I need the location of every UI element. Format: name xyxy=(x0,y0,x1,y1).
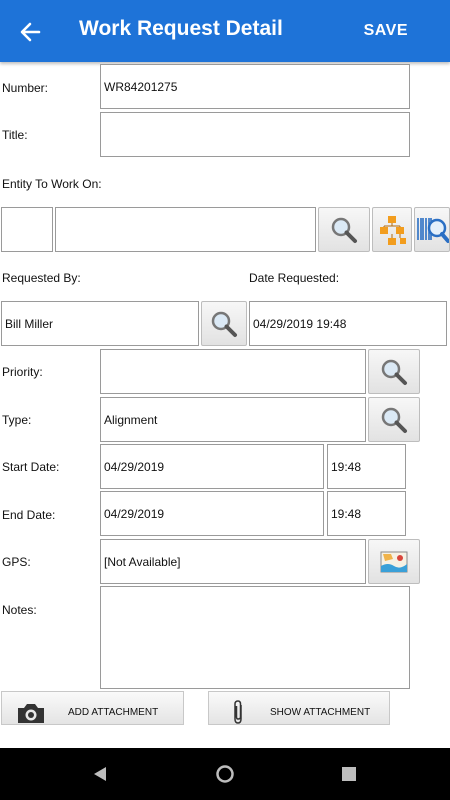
gps-map-button[interactable] xyxy=(368,539,420,584)
requested-by-lookup-button[interactable] xyxy=(201,301,247,346)
requested-by-field[interactable]: Bill Miller xyxy=(1,301,199,346)
start-date-label: Start Date: xyxy=(2,460,60,474)
gps-field: [Not Available] xyxy=(100,539,366,584)
notes-label: Notes: xyxy=(2,603,37,617)
arrow-left-icon xyxy=(20,22,41,42)
title-label: Title: xyxy=(2,128,28,142)
barcode-search-icon xyxy=(417,217,449,243)
priority-lookup-button[interactable] xyxy=(368,349,420,394)
notes-field[interactable] xyxy=(100,586,410,689)
number-field[interactable]: WR84201275 xyxy=(100,64,410,109)
show-attachment-button[interactable]: SHOW ATTACHMENT xyxy=(208,691,390,725)
nav-back-icon[interactable] xyxy=(92,766,108,782)
type-lookup-button[interactable] xyxy=(368,397,420,442)
add-attachment-button[interactable]: ADD ATTACHMENT xyxy=(1,691,184,725)
number-label: Number: xyxy=(2,81,49,95)
show-attachment-label: SHOW ATTACHMENT xyxy=(270,707,371,718)
end-date-label: End Date: xyxy=(2,508,56,522)
type-field[interactable]: Alignment xyxy=(100,397,366,442)
requested-by-label: Requested By: xyxy=(2,271,81,285)
end-date-field[interactable]: 04/29/2019 xyxy=(100,491,324,536)
magnifier-icon xyxy=(211,311,237,337)
entity-field[interactable] xyxy=(55,207,316,252)
magnifier-icon xyxy=(381,407,407,433)
save-button[interactable]: SAVE xyxy=(364,22,408,40)
barcode-search-button[interactable] xyxy=(414,207,450,252)
entity-label: Entity To Work On: xyxy=(2,177,102,191)
priority-field[interactable] xyxy=(100,349,366,394)
paperclip-icon xyxy=(234,700,242,724)
nav-recents-icon[interactable] xyxy=(342,767,356,781)
entity-lookup-button[interactable] xyxy=(318,207,370,252)
hierarchy-icon xyxy=(380,215,406,245)
magnifier-icon xyxy=(331,217,357,243)
map-icon xyxy=(380,551,408,572)
add-attachment-label: ADD ATTACHMENT xyxy=(68,707,159,718)
start-time-field[interactable]: 19:48 xyxy=(327,444,406,489)
entity-code-field[interactable] xyxy=(1,207,53,252)
magnifier-icon xyxy=(381,359,407,385)
date-requested-label: Date Requested: xyxy=(249,271,340,285)
title-field[interactable] xyxy=(100,112,410,157)
page-title: Work Request Detail xyxy=(79,17,283,40)
entity-hierarchy-button[interactable] xyxy=(372,207,412,252)
gps-label: GPS: xyxy=(2,555,31,569)
type-label: Type: xyxy=(2,413,32,427)
app-bar: Work Request Detail SAVE xyxy=(0,0,450,62)
system-navigation-bar xyxy=(0,748,450,800)
end-time-field[interactable]: 19:48 xyxy=(327,491,406,536)
back-button[interactable] xyxy=(14,16,46,48)
date-requested-field[interactable]: 04/29/2019 19:48 xyxy=(249,301,447,346)
priority-label: Priority: xyxy=(2,365,43,379)
nav-home-icon[interactable] xyxy=(215,764,235,784)
start-date-field[interactable]: 04/29/2019 xyxy=(100,444,324,489)
camera-icon xyxy=(18,704,44,723)
